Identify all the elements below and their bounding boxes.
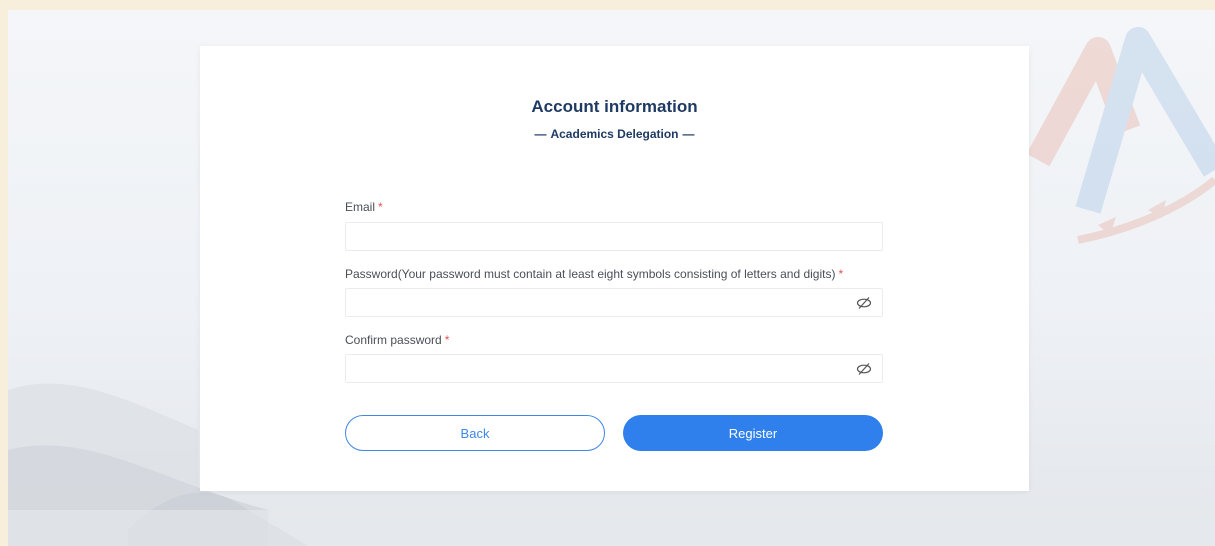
back-button[interactable]: Back [345,415,605,451]
left-border [0,0,8,546]
password-label: Password(Your password must contain at l… [345,267,843,281]
page-subtitle: — Academics Delegation — [200,127,1029,141]
registration-card: Account information — Academics Delegatio… [200,46,1029,491]
password-label-text: Password(Your password must contain at l… [345,267,836,281]
subtitle-text: Academics Delegation [550,127,679,141]
email-field[interactable] [346,223,846,250]
email-required-mark: * [378,200,383,214]
confirm-password-field-wrapper [345,354,883,383]
password-field[interactable] [346,289,846,316]
confirm-password-required-mark: * [444,333,450,347]
eye-slash-icon[interactable] [856,296,872,310]
email-label: Email * [345,200,383,214]
email-field-wrapper [345,222,883,251]
confirm-password-label-text: Confirm password [345,333,442,347]
confirm-password-label: Confirm password * [345,333,449,347]
password-field-wrapper [345,288,883,317]
eye-slash-icon[interactable] [856,362,872,376]
register-button[interactable]: Register [623,415,883,451]
password-required-mark: * [838,267,844,281]
page-title: Account information [531,97,698,116]
confirm-password-field[interactable] [346,355,846,382]
email-label-text: Email [345,200,376,214]
top-border [0,0,1215,10]
subtitle-dash-left: — [534,127,547,141]
subtitle-dash-right: — [682,127,695,141]
